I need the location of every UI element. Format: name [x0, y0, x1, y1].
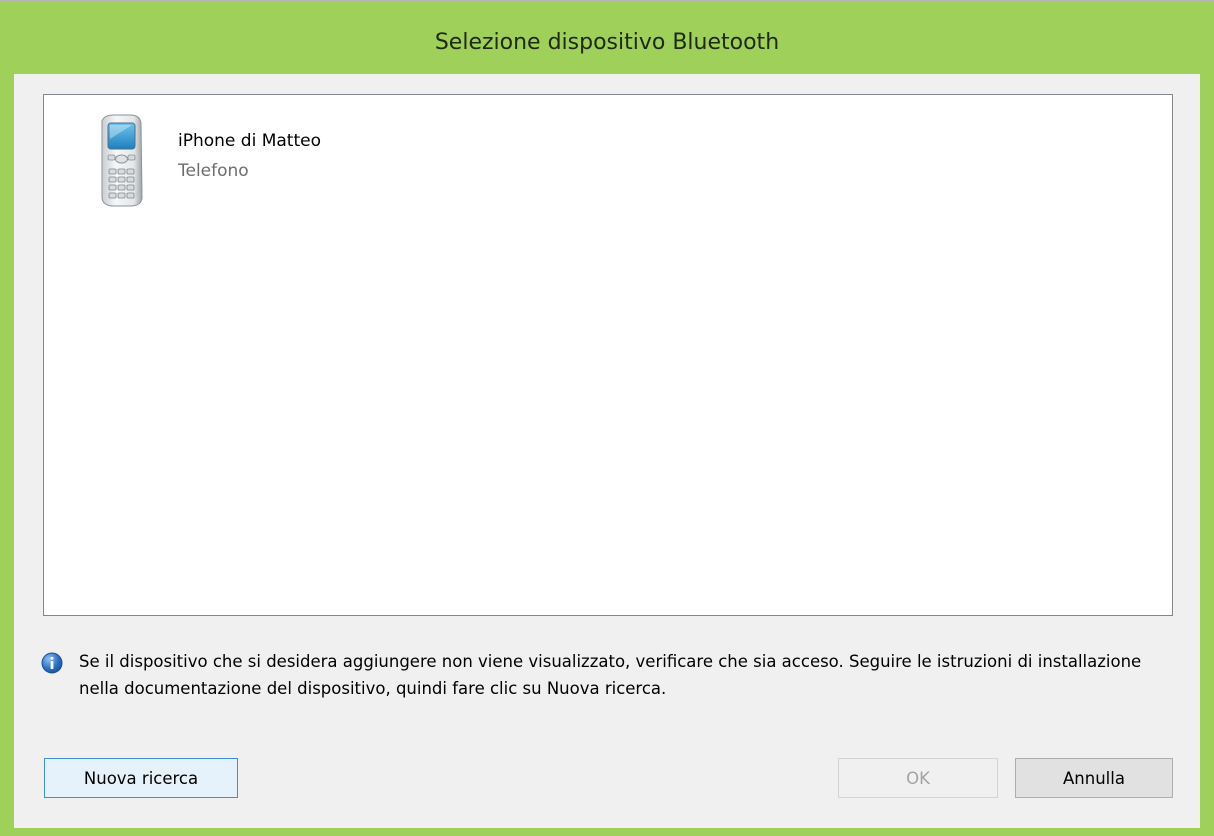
dialog-content: iPhone di Matteo Telefono Se il disposit…: [14, 74, 1200, 828]
info-icon: [41, 652, 63, 674]
device-list-item[interactable]: iPhone di Matteo Telefono: [84, 109, 484, 209]
info-text: Se il dispositivo che si desidera aggiun…: [79, 652, 1142, 698]
window-title: Selezione dispositivo Bluetooth: [434, 29, 780, 55]
title-bar[interactable]: Selezione dispositivo Bluetooth: [0, 0, 1214, 74]
bluetooth-device-dialog: Selezione dispositivo Bluetooth iPhone d…: [0, 0, 1214, 836]
cancel-button[interactable]: Annulla: [1015, 758, 1173, 798]
new-search-button[interactable]: Nuova ricerca: [44, 758, 238, 798]
mobile-phone-icon: [94, 113, 150, 209]
info-message: Se il dispositivo che si desidera aggiun…: [41, 648, 1161, 708]
ok-button[interactable]: OK: [838, 758, 998, 798]
device-list[interactable]: iPhone di Matteo Telefono: [43, 94, 1173, 616]
device-name: iPhone di Matteo: [178, 131, 321, 151]
device-type: Telefono: [178, 161, 249, 181]
